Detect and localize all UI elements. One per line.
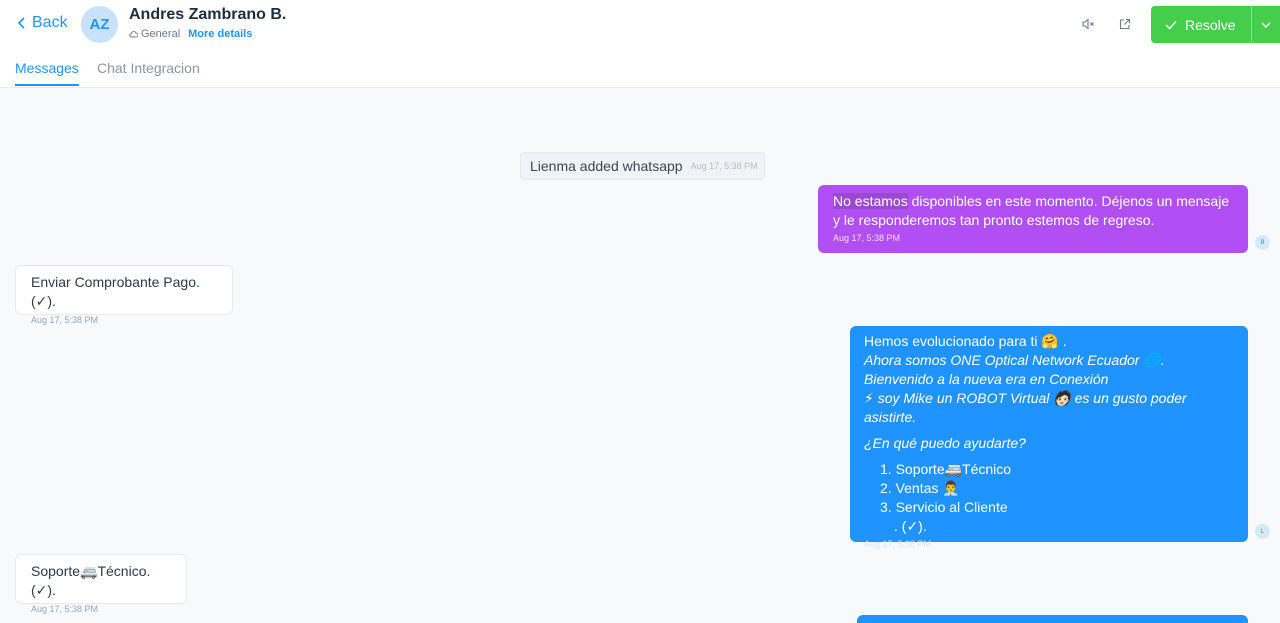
message-time: Aug 17, 5:38 PM (864, 539, 932, 549)
message-time: Aug 17, 5:38 PM (31, 315, 99, 325)
inbox-name: General (141, 28, 181, 40)
contact-name: Andres Zambrano B. (129, 6, 287, 23)
check-icon (1165, 20, 1177, 30)
message-time: Aug 17, 5:38 PM (833, 233, 901, 243)
menu-option: 3. Servicio al Cliente (880, 499, 1008, 515)
outgoing-message: Hemos evolucionado para ti 🤗 . Ahora som… (850, 326, 1248, 549)
message-line: Hemos evolucionado para ti 🤗 . (864, 333, 1067, 349)
activity-text: Lienma added whatsapp (530, 158, 683, 174)
mute-button[interactable] (1077, 13, 1099, 35)
message-time: Aug 17, 5:38 PM (31, 604, 99, 614)
back-button[interactable]: Back (16, 14, 68, 32)
incoming-message: Soporte🚐Técnico. (✓). Aug 17, 5:38 PM (15, 554, 187, 614)
cloud-icon (129, 31, 138, 38)
back-label: Back (32, 14, 68, 31)
menu-option: 2. Ventas 👨‍💼 (880, 480, 960, 496)
highlighted-text: No estamos (833, 193, 908, 209)
sender-avatar: L (1255, 524, 1270, 539)
sender-avatar: B (1255, 235, 1270, 250)
more-details-link[interactable]: More details (188, 28, 252, 40)
avatar: AZ (81, 6, 118, 43)
contact-subtitle: General More details (129, 28, 252, 40)
resolve-options-button[interactable] (1252, 6, 1280, 43)
resolve-button[interactable]: Resolve (1151, 6, 1251, 43)
tab-messages[interactable]: Messages (15, 60, 79, 86)
menu-option-continuation: . (✓). (894, 518, 927, 534)
mute-icon (1082, 18, 1094, 30)
message-text: Enviar Comprobante Pago. (✓). (31, 274, 200, 309)
inbox-badge: General (129, 28, 180, 40)
chevron-left-icon (17, 17, 25, 29)
conversation-header: Back AZ Andres Zambrano B. General More … (0, 0, 1280, 88)
message-line: ⚡ soy Mike un ROBOT Virtual 🧑🏻 es un gus… (864, 390, 1187, 425)
message-text: Soporte🚐Técnico. (✓). (31, 563, 151, 598)
message-line: Bienvenido a la nueva era en Conexión (864, 371, 1109, 387)
share-icon (1119, 18, 1131, 30)
resolve-label: Resolve (1185, 16, 1236, 33)
outgoing-message-partial (857, 615, 1248, 623)
tab-chat-integracion[interactable]: Chat Integracion (97, 60, 200, 76)
message-question: ¿En qué puedo ayudarte? (864, 435, 1026, 451)
menu-option: 1. Soporte🚐Técnico (880, 461, 1012, 477)
message-line: Ahora somos ONE Optical Network Ecuador … (864, 352, 1165, 368)
share-button[interactable] (1114, 13, 1136, 35)
activity-message: Lienma added whatsapp Aug 17, 5:38 PM (520, 152, 765, 180)
incoming-message: Enviar Comprobante Pago. (✓). Aug 17, 5:… (15, 265, 233, 325)
auto-reply-message: No estamos disponibles en este momento. … (818, 185, 1248, 253)
resolve-button-group: Resolve (1151, 6, 1280, 43)
chevron-down-icon (1261, 22, 1271, 28)
activity-time: Aug 17, 5:38 PM (690, 161, 758, 171)
auto-reply-text: No estamos disponibles en este momento. … (833, 192, 1233, 230)
